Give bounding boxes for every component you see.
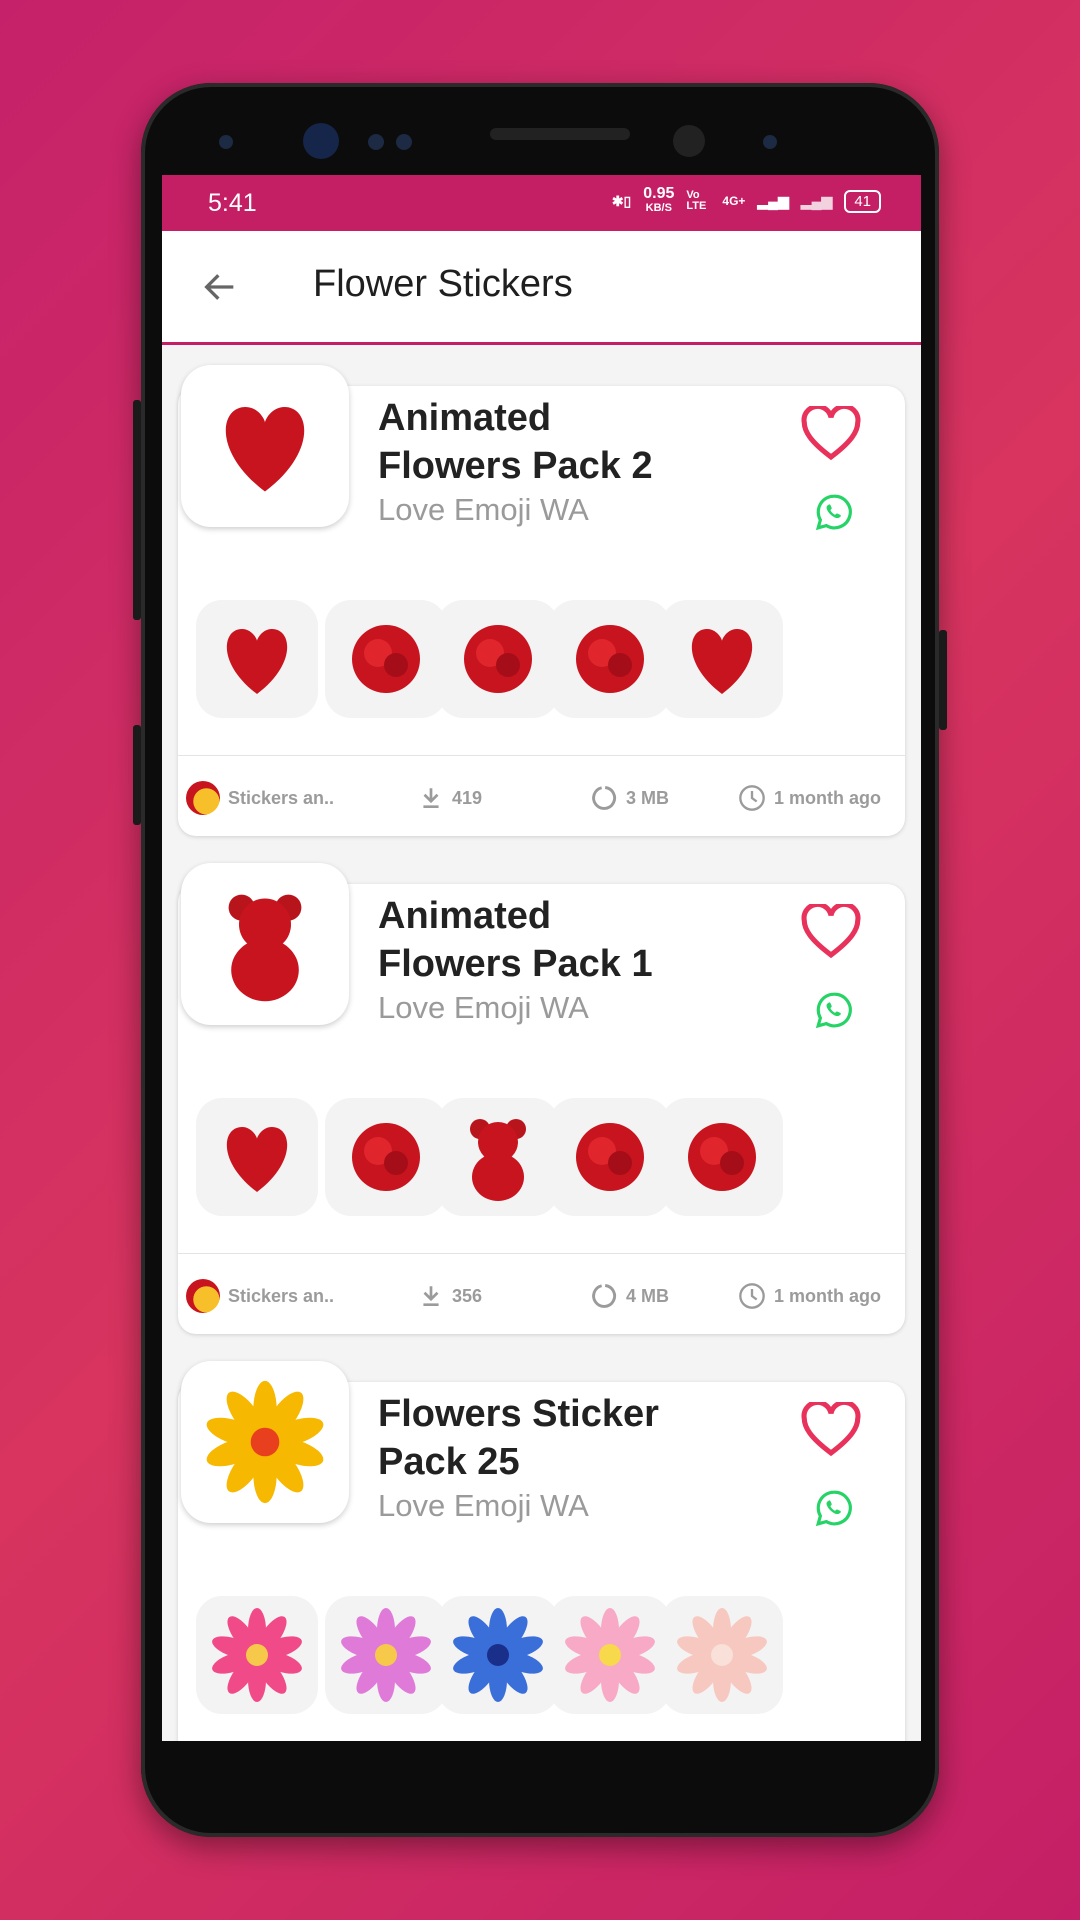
- sticker-thumbnail[interactable]: [196, 1596, 318, 1714]
- loading-circle-icon: [592, 1284, 617, 1308]
- battery-icon: 41: [844, 189, 881, 213]
- clock-icon: [739, 785, 765, 811]
- loading-circle-icon: [592, 786, 617, 810]
- status-time: 5:41: [208, 189, 257, 217]
- whatsapp-icon[interactable]: [815, 991, 853, 1029]
- mixed-bouquet-image: [576, 1123, 644, 1191]
- pack-author: Love Emoji WA: [378, 1488, 589, 1523]
- rose-heart-image: [226, 629, 288, 694]
- download-icon: [423, 788, 439, 809]
- pack-title: Animated Flowers Pack 1: [378, 895, 653, 985]
- divider: [178, 1253, 905, 1254]
- heart-icon[interactable]: [800, 904, 862, 960]
- sticker-thumbnail[interactable]: [325, 600, 447, 718]
- sticker-thumbnail[interactable]: [196, 1098, 318, 1216]
- sticker-thumbnail[interactable]: [549, 1098, 671, 1216]
- sensor: [396, 134, 412, 150]
- hearts-couple-image: [225, 407, 305, 492]
- pack-author: Love Emoji WA: [378, 492, 589, 527]
- signal-icon: ▂▄▆: [757, 192, 789, 209]
- pack-title: Animated Flowers Pack 2: [378, 397, 653, 487]
- page-title: Flower Stickers: [313, 263, 573, 305]
- rose-bear-image: [228, 894, 302, 1002]
- pack-tray-icon[interactable]: [181, 863, 349, 1025]
- pack-size: 3 MB: [590, 778, 669, 818]
- network-type: 4G+: [722, 194, 746, 208]
- updated-time: 1 month ago: [738, 778, 881, 818]
- updated-time: 1 month ago: [738, 1276, 881, 1316]
- sticker-thumbnail[interactable]: [196, 600, 318, 718]
- side-button: [939, 630, 947, 730]
- petal-heart-image: [226, 1127, 288, 1192]
- pack-size: 4 MB: [590, 1276, 669, 1316]
- downloads: 356: [418, 1276, 482, 1316]
- publisher[interactable]: Stickers an..: [186, 1276, 334, 1316]
- arrow-left-icon[interactable]: [200, 267, 240, 307]
- net-speed: 0.95 KB/S: [643, 185, 675, 215]
- sticker-thumbnail[interactable]: [437, 1098, 559, 1216]
- pack-title: Flowers Sticker Pack 25: [378, 1393, 659, 1483]
- yellow-flower-image: [206, 1380, 324, 1504]
- heart-icon[interactable]: [800, 1402, 862, 1458]
- publisher-avatar: [186, 781, 220, 815]
- publisher-avatar: [186, 1279, 220, 1313]
- jetaime-heart-image: [691, 629, 753, 694]
- camera: [673, 125, 705, 157]
- sticker-pack-card[interactable]: Animated Flowers Pack 2 Love Emoji WA St…: [178, 365, 905, 836]
- sticker-thumbnail[interactable]: [549, 600, 671, 718]
- single-rose-image: [576, 625, 644, 693]
- downloads: 419: [418, 778, 482, 818]
- sensor: [368, 134, 384, 150]
- whatsapp-icon[interactable]: [815, 493, 853, 531]
- pink-dahlia-image: [212, 1608, 302, 1702]
- sticker-pack-card[interactable]: Flowers Sticker Pack 25 Love Emoji WA: [178, 1361, 905, 1741]
- bluetooth-icon: ✱▯: [611, 192, 632, 209]
- side-button: [133, 400, 141, 620]
- clock-icon: [739, 1283, 765, 1309]
- publisher[interactable]: Stickers an..: [186, 778, 334, 818]
- pack-tray-icon[interactable]: [181, 1361, 349, 1523]
- download-icon: [423, 1286, 439, 1307]
- status-bar: 5:41 ✱▯ 0.95 KB/S Vo LTE 4G+ ▂▄▆ ▂▄▆ 41: [162, 175, 921, 231]
- sticker-pack-card[interactable]: Animated Flowers Pack 1 Love Emoji WA St…: [178, 863, 905, 1334]
- pack-tray-icon[interactable]: [181, 365, 349, 527]
- sticker-thumbnail[interactable]: [549, 1596, 671, 1714]
- screen: 5:41 ✱▯ 0.95 KB/S Vo LTE 4G+ ▂▄▆ ▂▄▆ 41 F…: [162, 175, 921, 1741]
- pink-daisy-image: [341, 1608, 431, 1702]
- sticker-thumbnail[interactable]: [325, 1596, 447, 1714]
- blue-flower-image: [453, 1608, 543, 1702]
- speaker: [490, 128, 630, 140]
- divider: [178, 755, 905, 756]
- sensor: [219, 135, 233, 149]
- volte-icon: Vo LTE: [686, 189, 707, 212]
- sticker-thumbnail[interactable]: [437, 600, 559, 718]
- rose-bear-image: [470, 1119, 526, 1201]
- front-camera: [303, 123, 339, 159]
- whatsapp-icon[interactable]: [815, 1489, 853, 1527]
- four-roses-image: [464, 625, 532, 693]
- signal-icon: ▂▄▆: [800, 192, 833, 209]
- sticker-thumbnail[interactable]: [437, 1596, 559, 1714]
- sticker-thumbnail[interactable]: [661, 1098, 783, 1216]
- rose-bouquet-image: [352, 1123, 420, 1191]
- sensor: [763, 135, 777, 149]
- pack-author: Love Emoji WA: [378, 990, 589, 1025]
- red-roses-image: [688, 1123, 756, 1191]
- sticker-thumbnail[interactable]: [325, 1098, 447, 1216]
- red-rose-image: [352, 625, 420, 693]
- sticker-thumbnail[interactable]: [661, 600, 783, 718]
- sticker-thumbnail[interactable]: [661, 1596, 783, 1714]
- pale-lotus-image: [677, 1608, 767, 1702]
- heart-icon[interactable]: [800, 406, 862, 462]
- side-button: [133, 725, 141, 825]
- plumeria-image: [565, 1608, 655, 1702]
- app-bar: Flower Stickers: [162, 231, 921, 345]
